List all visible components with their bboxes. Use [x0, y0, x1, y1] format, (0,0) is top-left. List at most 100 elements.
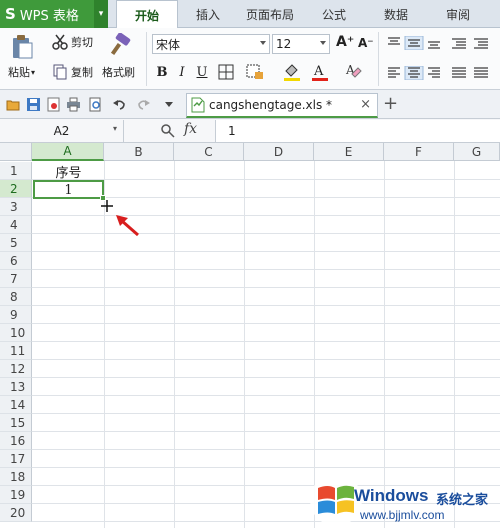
row-header-12[interactable]: 12 [0, 360, 32, 378]
chevron-down-icon [260, 41, 266, 45]
grid-row-line [32, 251, 500, 252]
tab-insert[interactable]: 插入 [180, 0, 236, 28]
borders-icon[interactable] [218, 64, 234, 80]
chevron-down-icon [320, 41, 326, 45]
row-header-5[interactable]: 5 [0, 234, 32, 252]
cell-a1[interactable]: 序号 [33, 162, 104, 181]
tab-home[interactable]: 开始 [116, 0, 178, 29]
column-header-d[interactable]: D [244, 143, 314, 161]
watermark-cn: 系统之家 [436, 493, 489, 508]
formula-input[interactable]: 1 [215, 120, 500, 142]
row-header-18[interactable]: 18 [0, 468, 32, 486]
watermark-url: www.bjjmlv.com [360, 508, 445, 522]
cell-style-icon[interactable] [246, 64, 264, 80]
select-all-corner[interactable] [0, 143, 32, 161]
name-box[interactable]: A2 ▾ [0, 120, 124, 142]
font-name-select[interactable]: 宋体 [152, 34, 270, 54]
grid-row-line [32, 341, 500, 342]
row-header-16[interactable]: 16 [0, 432, 32, 450]
app-menu-dropdown[interactable]: ▾ [94, 0, 108, 28]
underline-button[interactable]: U [192, 62, 212, 82]
column-header-b[interactable]: B [104, 143, 174, 161]
row-header-1[interactable]: 1 [0, 162, 32, 180]
row-header-10[interactable]: 10 [0, 324, 32, 342]
new-tab-button[interactable]: + [383, 93, 398, 114]
redo-icon[interactable] [136, 97, 151, 112]
grid-column-line [174, 161, 175, 528]
row-header-19[interactable]: 19 [0, 486, 32, 504]
fill-color-icon[interactable] [282, 62, 302, 82]
row-header-9[interactable]: 9 [0, 306, 32, 324]
document-tab[interactable]: cangshengtage.xls * × [186, 93, 378, 118]
font-color-icon[interactable]: A [310, 62, 330, 82]
row-header-6[interactable]: 6 [0, 252, 32, 270]
row-header-4[interactable]: 4 [0, 216, 32, 234]
format-painter-icon[interactable] [110, 33, 132, 57]
clear-format-icon[interactable]: A [344, 62, 362, 82]
shrink-font-button[interactable]: A⁻ [358, 36, 374, 50]
copy-icon [53, 64, 67, 80]
tab-data[interactable]: 数据 [368, 0, 424, 28]
copy-button[interactable]: 复制 [52, 64, 93, 80]
wps-app-menu-button[interactable]: S WPS 表格 [0, 0, 94, 28]
grid-row-line [32, 377, 500, 378]
app-name: WPS 表格 [19, 8, 79, 24]
row-header-13[interactable]: 13 [0, 378, 32, 396]
tab-formulas[interactable]: 公式 [306, 0, 362, 28]
print-icon[interactable] [66, 97, 81, 112]
grid-row-line [32, 215, 500, 216]
vertical-align-icons[interactable] [386, 36, 494, 50]
row-header-3[interactable]: 3 [0, 198, 32, 216]
formula-bar: A2 ▾ fx 1 [0, 119, 500, 143]
insert-function-button[interactable]: fx [184, 121, 197, 137]
cut-button[interactable]: 剪切 [52, 34, 93, 50]
horizontal-align-icons[interactable] [386, 66, 494, 80]
bold-button[interactable]: B [152, 62, 172, 82]
grid-row-line [32, 395, 500, 396]
column-header-e[interactable]: E [314, 143, 384, 161]
grid-row-line [32, 431, 500, 432]
font-size-select[interactable]: 12 [272, 34, 330, 54]
tab-review[interactable]: 审阅 [430, 0, 486, 28]
grid-row-line [32, 269, 500, 270]
close-icon[interactable]: × [360, 97, 371, 112]
row-header-7[interactable]: 7 [0, 270, 32, 288]
zoom-magnifier-icon[interactable] [160, 123, 175, 138]
wps-logo-icon: S [5, 5, 16, 23]
save-icon[interactable] [26, 97, 41, 112]
tab-page-layout[interactable]: 页面布局 [238, 0, 302, 28]
cell-reference: A2 [53, 124, 70, 138]
grid-column-line [244, 161, 245, 528]
print-preview-icon[interactable] [88, 97, 103, 112]
grid-row-line [32, 323, 500, 324]
open-folder-icon[interactable] [6, 97, 21, 112]
grid-row-line [32, 467, 500, 468]
row-header-2[interactable]: 2 [0, 180, 32, 198]
paste-icon[interactable] [10, 34, 34, 60]
undo-icon[interactable] [112, 97, 127, 112]
ribbon-tab-bar: S WPS 表格 ▾ 开始 插入 页面布局 公式 数据 审阅 [0, 0, 500, 29]
ribbon-separator [146, 32, 147, 86]
italic-button[interactable]: I [172, 62, 192, 82]
customize-toolbar-icon[interactable] [164, 99, 174, 109]
row-header-11[interactable]: 11 [0, 342, 32, 360]
column-header-g[interactable]: G [454, 143, 500, 161]
row-header-17[interactable]: 17 [0, 450, 32, 468]
column-header-c[interactable]: C [174, 143, 244, 161]
column-header-f[interactable]: F [384, 143, 454, 161]
chevron-down-icon[interactable]: ▾ [113, 124, 117, 133]
column-header-a[interactable]: A [32, 143, 104, 161]
selection-box [33, 180, 104, 199]
ribbon-separator [378, 32, 379, 86]
grid-column-line [104, 161, 105, 528]
format-painter-button[interactable]: 格式刷 [102, 64, 135, 80]
chevron-down-icon: ▾ [98, 9, 104, 19]
row-header-20[interactable]: 20 [0, 504, 32, 522]
row-header-15[interactable]: 15 [0, 414, 32, 432]
paste-button[interactable]: 粘贴 ▾ [8, 64, 35, 80]
grid-row-line [32, 287, 500, 288]
grow-font-button[interactable]: A⁺ [336, 34, 354, 50]
row-header-14[interactable]: 14 [0, 396, 32, 414]
export-pdf-icon[interactable] [46, 97, 61, 112]
row-header-8[interactable]: 8 [0, 288, 32, 306]
